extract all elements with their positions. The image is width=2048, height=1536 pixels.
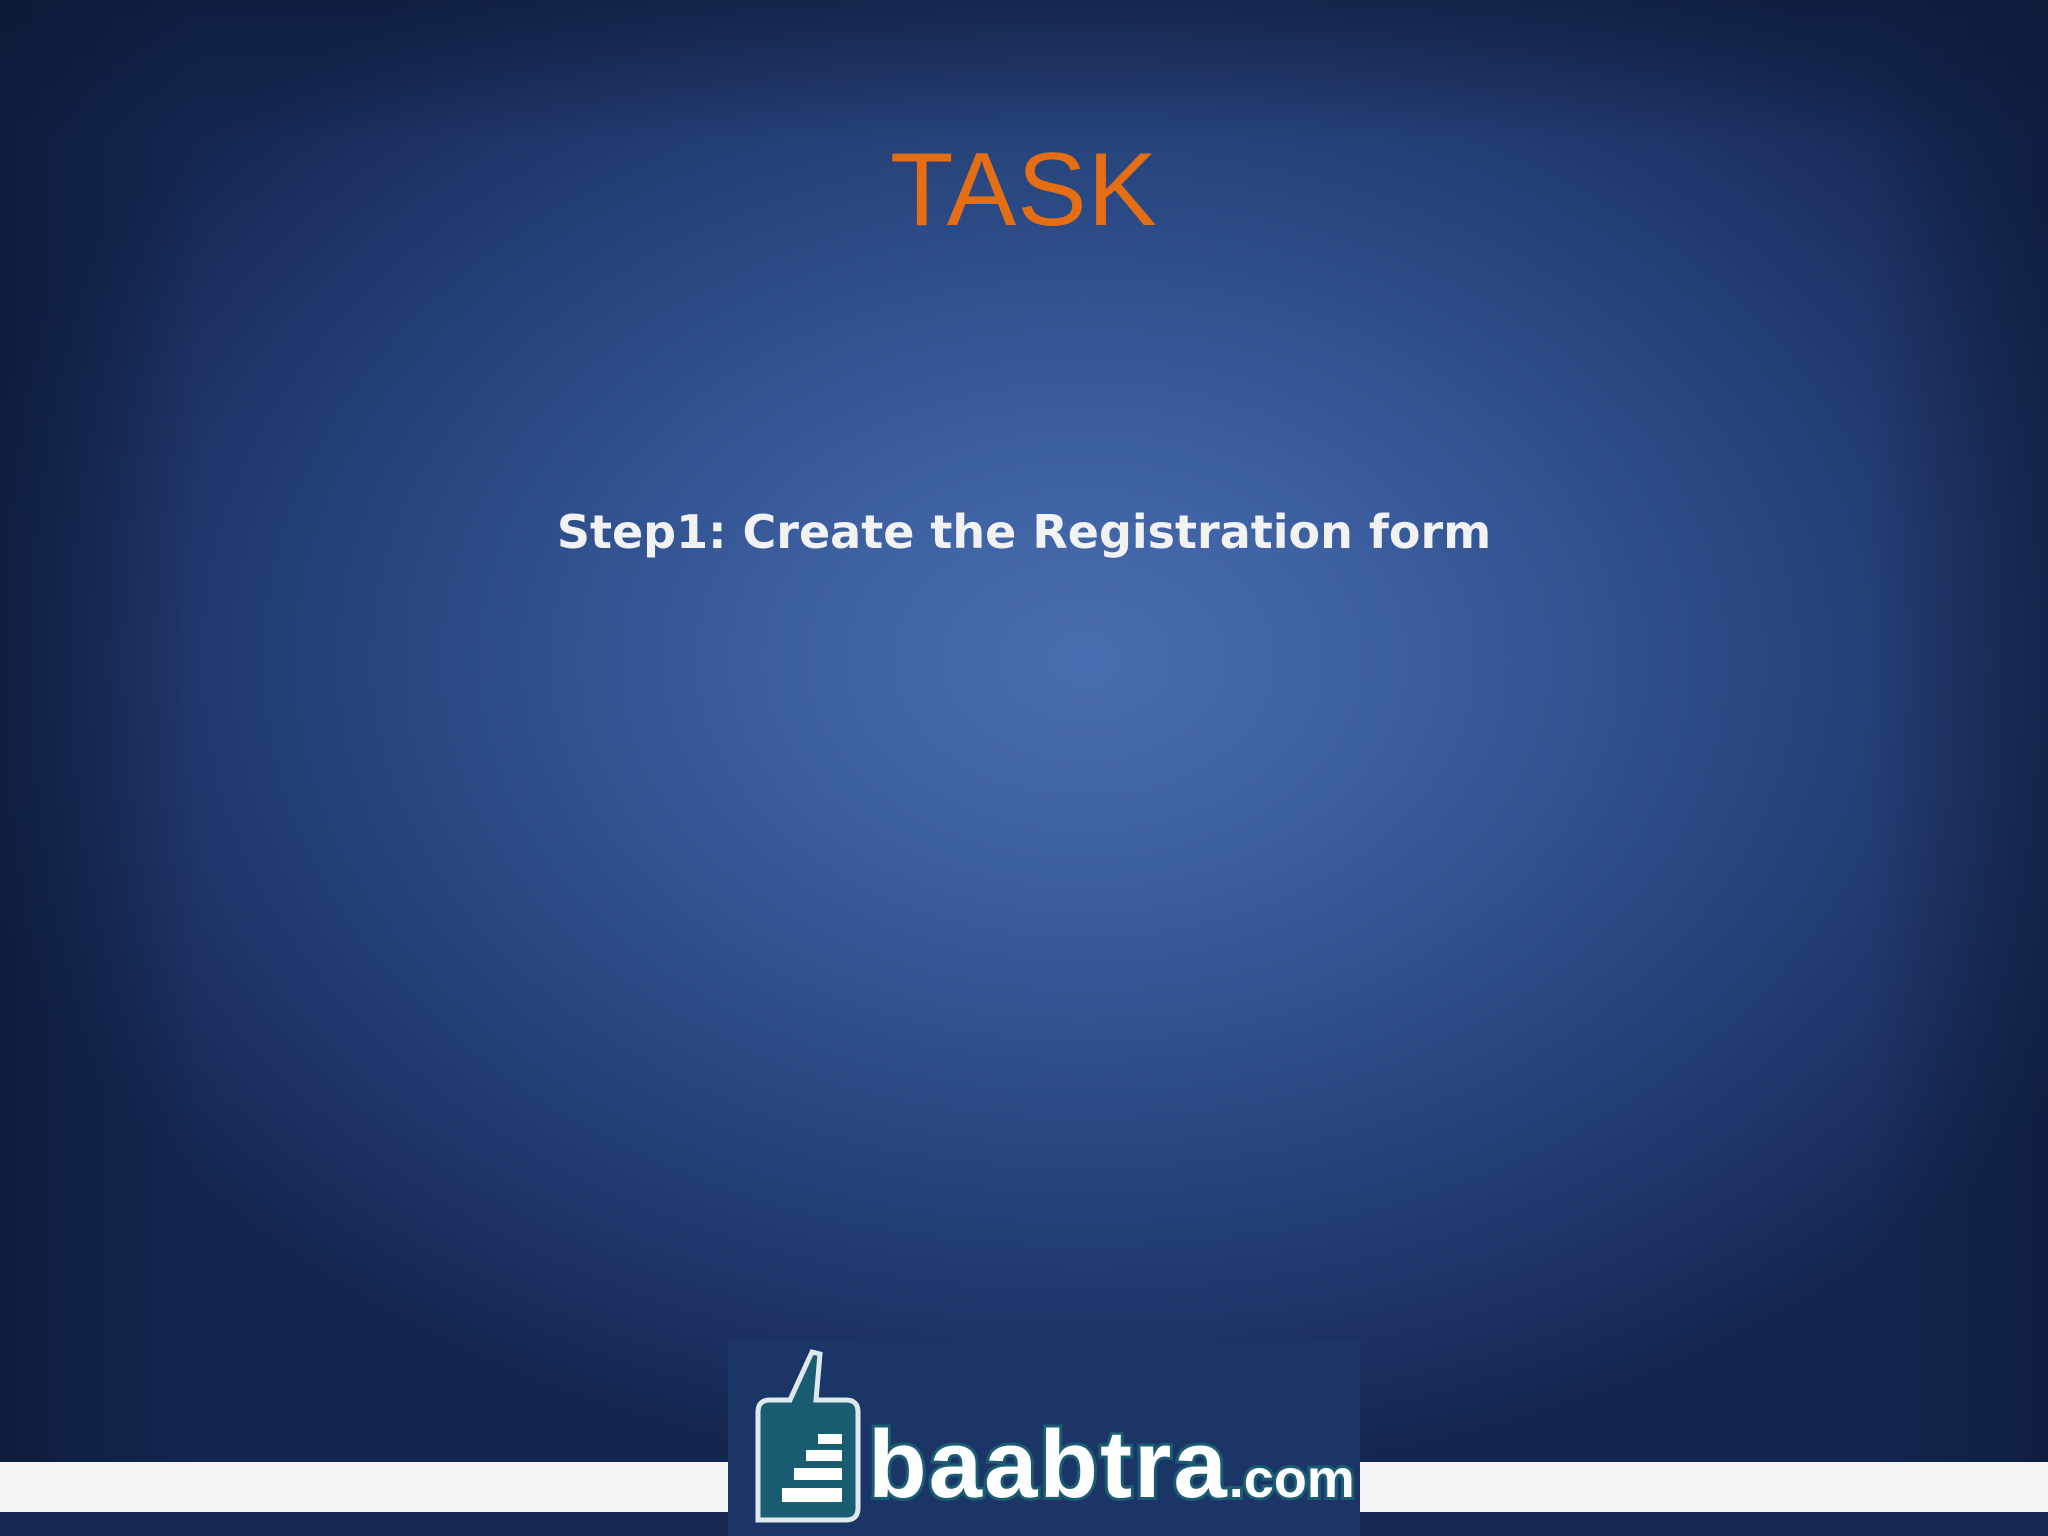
step-text: Step1: Create the Registration form bbox=[556, 505, 1492, 559]
logo-wordmark: baabtra.com bbox=[865, 1412, 1358, 1529]
slide: TASK Step1: Create the Registration form… bbox=[0, 0, 2048, 1536]
logo-name: baabtra bbox=[865, 1411, 1230, 1518]
baabtra-logo: baabtra.com bbox=[728, 1340, 1360, 1536]
footer-bar-right bbox=[1360, 1462, 2048, 1512]
footer-bar-left bbox=[0, 1462, 728, 1512]
slide-title: TASK bbox=[890, 132, 1158, 248]
logo-suffix: .com bbox=[1226, 1446, 1358, 1512]
